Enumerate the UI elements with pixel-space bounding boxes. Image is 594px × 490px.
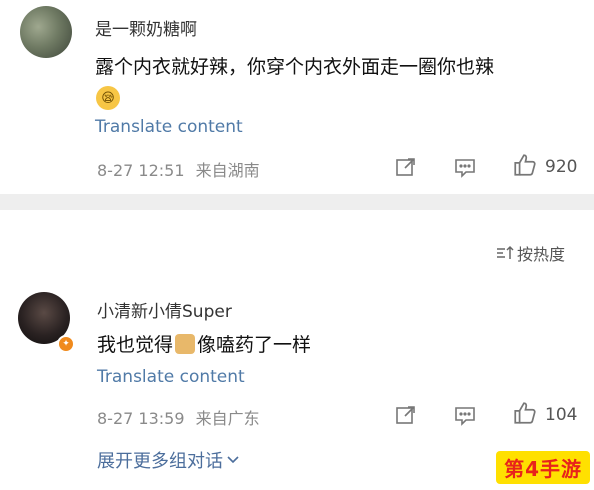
comment-timestamp: 8-27 13:59 来自广东 (97, 405, 260, 429)
comment-text-part: 我也觉得 (97, 334, 174, 356)
location: 来自广东 (195, 409, 260, 428)
verified-badge: ✦ (57, 335, 75, 353)
comment-timestamp: 8-27 12:51 来自湖南 (97, 157, 260, 181)
comment-text: 露个内衣就好辣，你穿个内衣外面走一圈你也辣 (95, 56, 495, 78)
comment-username[interactable]: 小清新小倩Super (97, 297, 232, 322)
avatar[interactable] (20, 6, 72, 58)
comment-icon[interactable] (453, 403, 477, 427)
share-icon[interactable] (394, 403, 418, 427)
translate-link[interactable]: Translate content (95, 117, 243, 137)
expand-more-button[interactable]: 展开更多组对话 (97, 447, 240, 473)
sort-toggle[interactable]: 按热度 (496, 241, 565, 265)
chevron-down-icon (226, 455, 240, 465)
like-icon[interactable] (512, 152, 538, 178)
timestamp: 8-27 12:51 (97, 161, 185, 180)
sort-icon (496, 245, 514, 261)
location: 来自湖南 (195, 161, 260, 180)
comment-icon[interactable] (453, 155, 477, 179)
like-icon[interactable] (512, 400, 538, 426)
watermark-logo: 第4手游 (496, 451, 590, 484)
expand-more-label: 展开更多组对话 (97, 451, 223, 472)
like-count: 104 (545, 405, 578, 425)
timestamp: 8-27 13:59 (97, 409, 185, 428)
emoji-icon: 😪 (96, 86, 120, 110)
comment-text-part: 像嗑药了一样 (197, 334, 312, 356)
sort-label: 按热度 (517, 245, 566, 264)
comment-text: 我也觉得 像嗑药了一样 (97, 330, 311, 357)
share-icon[interactable] (394, 155, 418, 179)
translate-link[interactable]: Translate content (97, 367, 245, 387)
doge-emoji-icon (175, 334, 196, 354)
section-divider (0, 194, 594, 210)
like-count: 920 (545, 157, 578, 177)
comment-username[interactable]: 是一颗奶糖啊 (95, 15, 197, 40)
